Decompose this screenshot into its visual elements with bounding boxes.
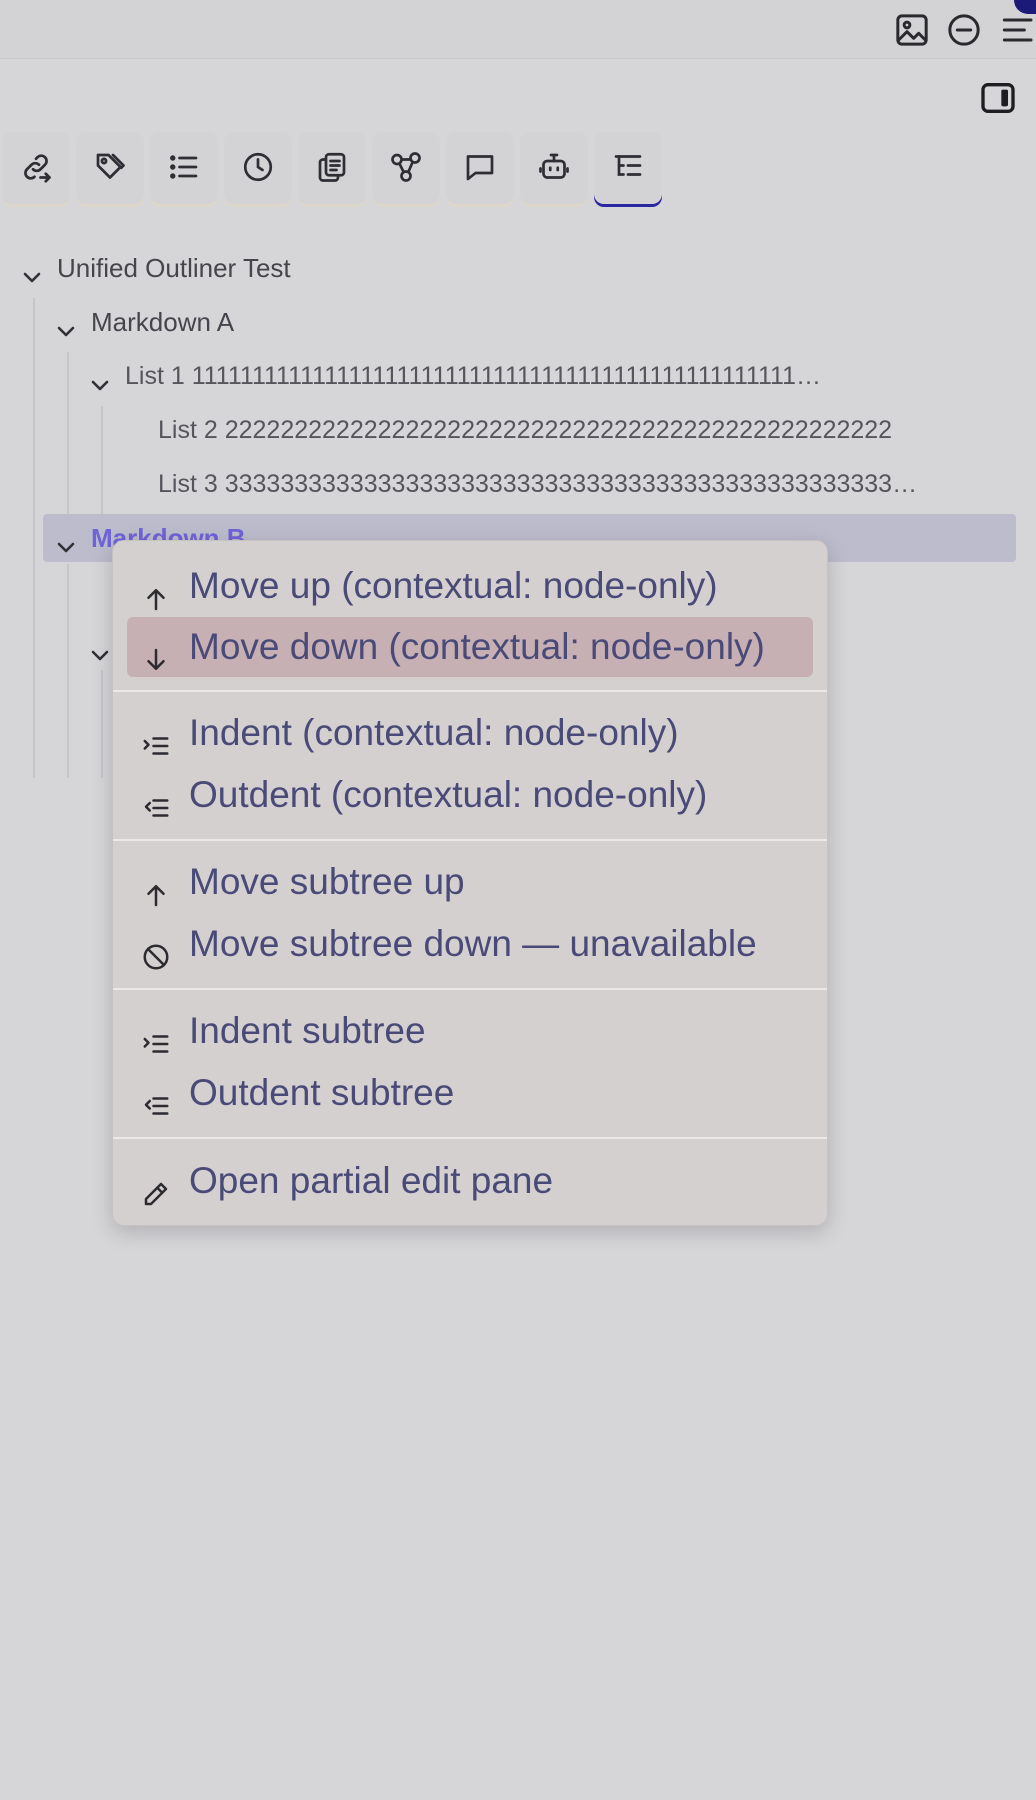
comment-icon: [466, 155, 494, 181]
tree-node-label: Unified Outliner Test: [57, 253, 291, 283]
tab-assistant[interactable]: [520, 132, 588, 204]
outdent-icon: [141, 781, 171, 817]
tree-guide-line: [67, 564, 69, 778]
robot-icon: [539, 153, 569, 179]
menu-item-label: Open partial edit pane: [189, 1160, 554, 1201]
menu-item-label: Move up (contextual: node-only): [189, 565, 718, 606]
menu-item-move-down[interactable]: Move down (contextual: node-only): [127, 617, 813, 677]
pencil-icon: [141, 1167, 171, 1206]
tree-node-list-2[interactable]: List 2 222222222222222222222222222222222…: [158, 406, 988, 454]
menu-item-label: Move subtree up: [189, 861, 465, 902]
tree-node-root[interactable]: Unified Outliner Test: [20, 244, 1010, 292]
menu-item-outdent[interactable]: Outdent (contextual: node-only): [127, 765, 813, 825]
tree-node-list-1[interactable]: List 1 111111111111111111111111111111111…: [88, 352, 988, 400]
menu-separator: [113, 988, 827, 990]
tree-node-label: List 2 222222222222222222222222222222222…: [158, 416, 893, 444]
tab-graph[interactable]: [372, 132, 440, 204]
arrow-up-icon: [141, 572, 171, 611]
tab-list[interactable]: [150, 132, 218, 204]
copy-icon: [318, 152, 346, 182]
tree-node-label: List 1 111111111111111111111111111111111…: [125, 362, 821, 390]
chevron-down-icon[interactable]: [88, 634, 112, 661]
tree-node-label: List 3 333333333333333333333333333333333…: [158, 470, 918, 498]
menu-separator: [113, 690, 827, 692]
chevron-down-icon[interactable]: [20, 256, 44, 283]
minus-circle-icon[interactable]: [944, 10, 984, 50]
prohibited-icon: [141, 930, 171, 970]
menu-icon[interactable]: [996, 10, 1036, 50]
menu-item-indent-subtree[interactable]: Indent subtree: [127, 1001, 813, 1061]
outdent-icon: [141, 1079, 171, 1115]
tab-backlinks[interactable]: [2, 132, 70, 204]
tab-history[interactable]: [224, 132, 292, 204]
image-icon[interactable]: [892, 10, 932, 50]
tree-node-label: Markdown A: [91, 307, 235, 337]
tab-copy[interactable]: [298, 132, 366, 204]
menu-item-label: Outdent (contextual: node-only): [189, 774, 708, 815]
menu-item-move-subtree-up[interactable]: Move subtree up: [127, 852, 813, 912]
sidebar-toggle-icon[interactable]: [978, 78, 1018, 118]
menu-item-label: Indent (contextual: node-only): [189, 712, 679, 753]
chevron-down-icon[interactable]: [88, 364, 112, 391]
menu-item-indent[interactable]: Indent (contextual: node-only): [127, 703, 813, 763]
chevron-down-icon[interactable]: [54, 526, 78, 553]
menu-item-label: Outdent subtree: [189, 1072, 455, 1113]
menu-item-move-up[interactable]: Move up (contextual: node-only): [127, 556, 813, 616]
tree-guide-line: [67, 352, 69, 518]
list-icon: [170, 155, 198, 179]
arrow-up-icon: [141, 868, 171, 907]
tab-comments[interactable]: [446, 132, 514, 204]
menu-separator: [113, 839, 827, 841]
top-bar: [0, 0, 1036, 59]
tree-guide-line: [33, 298, 35, 778]
tab-tags[interactable]: [76, 132, 144, 204]
menu-item-label: Move subtree down — unavailable: [189, 923, 757, 964]
chevron-down-icon[interactable]: [54, 310, 78, 337]
outline-icon: [614, 155, 642, 176]
tags-icon: [96, 153, 125, 179]
tree-guide-line: [101, 670, 103, 778]
menu-item-outdent-subtree[interactable]: Outdent subtree: [127, 1063, 813, 1123]
clock-icon: [243, 152, 273, 182]
arrow-down-icon: [141, 633, 171, 670]
indent-icon: [141, 719, 171, 755]
tree-guide-line: [101, 406, 103, 518]
tab-outline[interactable]: [594, 132, 662, 204]
tree-node-list-3[interactable]: List 3 333333333333333333333333333333333…: [158, 460, 988, 508]
tree-node-markdown-a[interactable]: Markdown A: [54, 298, 1010, 346]
menu-item-move-subtree-down: Move subtree down — unavailable: [127, 914, 813, 974]
context-menu: Move up (contextual: node-only) Move dow…: [112, 540, 828, 1226]
menu-item-label: Indent subtree: [189, 1010, 426, 1051]
graph-icon: [391, 152, 421, 182]
indent-icon: [141, 1017, 171, 1053]
link-arrow-icon: [24, 154, 51, 183]
menu-item-open-partial-edit-pane[interactable]: Open partial edit pane: [127, 1151, 813, 1211]
menu-separator: [113, 1137, 827, 1139]
menu-item-label: Move down (contextual: node-only): [189, 626, 765, 667]
